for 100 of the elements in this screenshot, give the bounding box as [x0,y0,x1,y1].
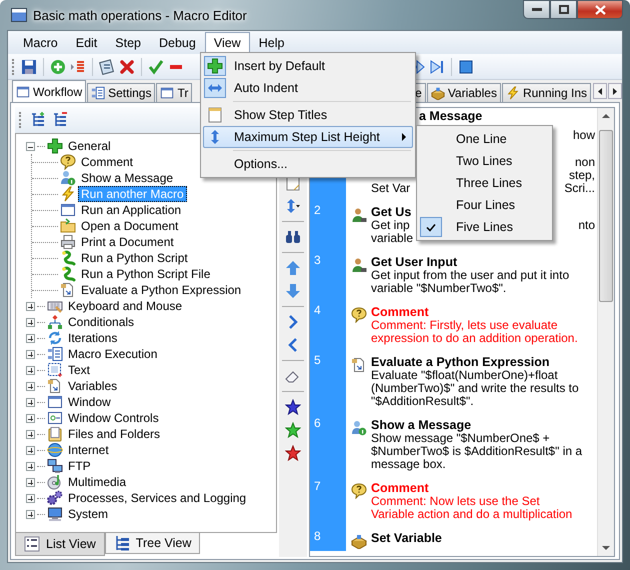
menu-item[interactable]: Show Step Titles [203,104,413,126]
up-down-arrow-icon[interactable] [285,198,301,214]
expand-toggle[interactable] [26,318,35,326]
tree-item[interactable]: Print a Document [78,234,177,250]
menu-item[interactable]: Three Lines [419,172,550,194]
tab[interactable]: Settings [87,83,156,102]
tree-item[interactable]: Iterations [65,330,120,346]
collapse-toggle[interactable] [26,142,35,150]
expand-toggle[interactable] [26,302,35,310]
step-number: 7 [310,477,346,527]
step-title[interactable]: a Message [419,109,482,123]
scroll-right-button[interactable] [608,83,622,99]
expand-toggle[interactable] [26,366,35,374]
menu-item[interactable]: One Line [419,128,550,150]
checkmark-icon[interactable] [148,58,164,74]
step-description: Get input from the user and put it into [371,269,570,282]
step-title[interactable]: Show a Message [371,418,472,432]
tree-item[interactable]: Internet [65,442,112,458]
arrow-down-icon[interactable] [285,283,301,299]
expand-toggle[interactable] [26,510,35,518]
scroll-left-button[interactable] [593,83,607,99]
menu-item[interactable]: Four Lines [419,194,550,216]
expand-toggle[interactable] [26,414,35,422]
tree-item[interactable]: System [65,506,112,522]
minimize-button[interactable] [523,0,550,19]
tree-item[interactable]: Text [65,362,94,378]
script-icon[interactable] [99,58,115,74]
tree-item[interactable]: Show a Message [78,170,176,186]
expand-toggle[interactable] [26,430,35,438]
tree-item[interactable]: Files and Folders [65,426,164,442]
tree-item[interactable]: Conditionals [65,314,138,330]
tree-item[interactable]: Window [65,394,114,410]
menu-item[interactable]: Maximum Step List Height [203,126,413,148]
tree-item[interactable]: Variables [65,378,120,394]
add-icon[interactable] [50,58,66,74]
close-button[interactable] [577,0,623,19]
expand-toggle[interactable] [26,350,35,358]
page-icon [207,107,223,123]
save-icon[interactable] [21,58,37,74]
tree-item[interactable]: Comment [78,154,136,170]
menu-item[interactable]: Help [250,32,294,54]
tab[interactable]: Workflow [12,80,86,102]
star-icon[interactable] [285,445,301,461]
expand-toggle[interactable] [26,462,35,470]
tree-item[interactable]: Run an Application [78,202,184,218]
tree-item[interactable]: General [65,138,114,154]
maximize-button[interactable] [550,0,577,19]
tree-item[interactable]: Processes, Services and Logging [65,490,250,506]
step-title[interactable]: Get Us [371,205,412,219]
step-description: $NumberTwo$ is $AdditionResult$" in a [371,445,582,458]
step-title[interactable]: Evaluate a Python Expression [371,355,550,369]
tree-item[interactable]: Run a Python Script File [78,266,214,282]
stop-icon[interactable] [458,58,474,74]
expand-toggle[interactable] [26,494,35,502]
expand-toggle[interactable] [26,334,35,342]
step-title[interactable]: Set Variable [371,531,442,545]
expand-toggle[interactable] [26,382,35,390]
menu-item[interactable]: Auto Indent [203,77,413,99]
expand-all-icon[interactable] [30,112,46,128]
tree-item[interactable]: Keyboard and Mouse [65,298,186,314]
menu-item[interactable]: Macro [14,32,67,54]
menu-item[interactable]: Debug [150,32,205,54]
tree-item[interactable]: Evaluate a Python Expression [78,282,244,298]
tree-item[interactable]: Window Controls [65,410,162,426]
menu-item[interactable]: Two Lines [419,150,550,172]
tree-item[interactable]: Run a Python Script [78,250,191,266]
step-title[interactable]: Get User Input [371,255,458,269]
skip-to-end-icon[interactable] [429,58,445,74]
delete-icon[interactable] [119,58,135,74]
step-description: Get inp [371,219,410,232]
star-icon[interactable] [285,399,301,415]
arrow-up-icon[interactable] [285,260,301,276]
binoculars-icon[interactable] [285,229,301,245]
step-number: 2 [310,201,346,251]
scrollbar[interactable] [597,108,614,556]
step-title[interactable]: Comment [371,305,429,319]
menu-item[interactable]: Edit [66,32,106,54]
expand-toggle[interactable] [26,398,35,406]
tree-item[interactable]: FTP [65,458,94,474]
insert-list-icon[interactable] [70,58,86,74]
tab[interactable]: List View [15,533,105,556]
star-icon[interactable] [285,422,301,438]
tab[interactable]: Variables [426,83,501,102]
step-description: message box. [371,458,446,471]
tab[interactable]: Tr [156,83,192,102]
menu-item[interactable]: Five Lines [419,216,550,238]
menu-item[interactable]: Options... [203,153,413,175]
tree-item[interactable]: Macro Execution [65,346,160,362]
tree-item[interactable]: Multimedia [65,474,130,490]
step-description: variable [371,232,414,245]
flowchart-icon [47,314,63,330]
expand-toggle[interactable] [26,478,35,486]
step-number: 3 [310,251,346,301]
tab[interactable]: Tree View [104,533,200,554]
step-title[interactable]: Comment [371,481,429,495]
expand-toggle[interactable] [26,446,35,454]
collapse-all-icon[interactable] [52,112,68,128]
tree-item[interactable]: Open a Document [78,218,182,234]
tab[interactable]: Running Ins [502,83,591,102]
menu-item[interactable]: Step [106,32,150,54]
